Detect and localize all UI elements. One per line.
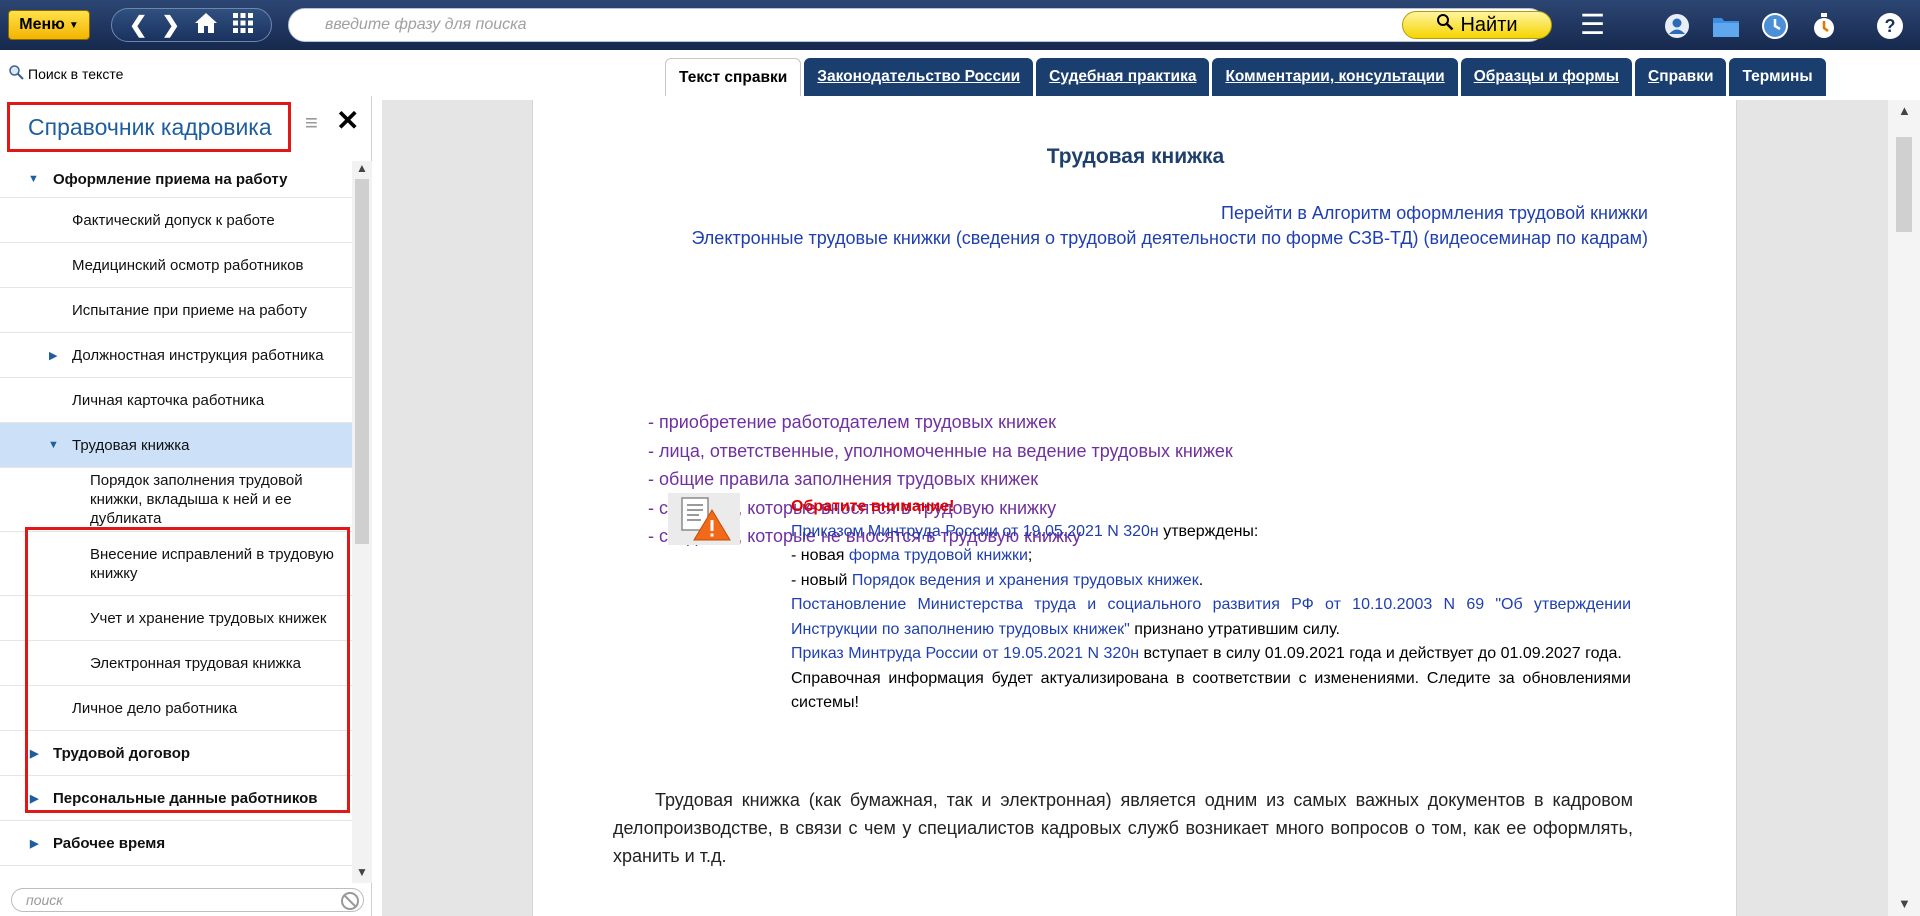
topic-link[interactable]: приобретение работодателем трудовых книж… xyxy=(659,412,1056,432)
home-icon[interactable] xyxy=(194,12,218,39)
document-title: Трудовая книжка xyxy=(1046,145,1225,168)
menu-button-label: Меню xyxy=(19,16,65,33)
scroll-up-icon[interactable]: ▲ xyxy=(1898,103,1911,118)
tree-item-job-description[interactable]: ▶ Должностная инструкция работника xyxy=(0,333,352,378)
scroll-down-icon[interactable]: ▼ xyxy=(356,865,368,879)
navigation-group: ❮ ❯ xyxy=(111,8,272,42)
document-page: Трудовая книжка Перейти в Алгоритм оформ… xyxy=(532,100,1737,916)
close-icon[interactable]: ✕ xyxy=(336,104,359,137)
document-scrollbar[interactable]: ▲ ▼ xyxy=(1888,100,1920,916)
order-link[interactable]: Приказом Минтруда России от 19.05.2021 N… xyxy=(791,523,1159,540)
list-item: - приобретение работодателем трудовых кн… xyxy=(648,412,1056,432)
top-toolbar: Меню ▼ ❮ ❯ Найти ☰ ? xyxy=(0,0,1920,50)
search-icon xyxy=(1436,13,1454,37)
tree-item-personal-card[interactable]: Личная карточка работника xyxy=(0,378,352,423)
notice-line: - новая форма трудовой книжки; xyxy=(791,547,1033,564)
svg-text:?: ? xyxy=(1885,16,1896,36)
chevron-right-icon: ▶ xyxy=(49,349,58,362)
tree-item-electronic-book[interactable]: Электронная трудовая книжка xyxy=(0,641,352,686)
scroll-down-icon[interactable]: ▼ xyxy=(1898,896,1911,911)
menu-button[interactable]: Меню ▼ xyxy=(8,10,90,40)
list-item: - общие правила заполнения трудовых книж… xyxy=(648,469,1039,489)
notice-line: Приказ Минтруда России от 19.05.2021 N 3… xyxy=(791,645,1622,662)
text-search-label: Поиск в тексте xyxy=(28,65,124,82)
tab-forms[interactable]: Образцы и формы xyxy=(1460,58,1633,96)
chevron-right-icon: ▶ xyxy=(30,837,39,850)
tree-menu-icon[interactable]: ≡ xyxy=(305,110,318,136)
magnifier-icon xyxy=(8,64,24,83)
sidebar-tree: ▼ Оформление приема на работу Фактически… xyxy=(0,161,352,883)
sidebar-scroll-thumb[interactable] xyxy=(355,179,369,544)
notice-heading: Обратите внимание! xyxy=(791,498,955,515)
notice-line: - новый Порядок ведения и хранения трудо… xyxy=(791,571,1204,589)
text-search-link[interactable]: Поиск в тексте xyxy=(8,64,123,83)
tab-legislation[interactable]: Законодательство России xyxy=(804,58,1034,96)
notice-line: Приказом Минтруда России от 19.05.2021 N… xyxy=(791,522,1259,540)
sidebar-search-input[interactable] xyxy=(11,888,364,912)
notice-block: Обратите внимание! Приказом Минтруда Рос… xyxy=(791,495,1631,716)
tree-item-corrections[interactable]: Внесение исправлений в трудовую книжку xyxy=(0,532,352,596)
tree-item-labor-contract[interactable]: ▶ Трудовой договор xyxy=(0,731,352,776)
sidebar-title: Справочник кадровика xyxy=(28,113,272,140)
notice-line: Постановление Министерства труда и социа… xyxy=(791,596,1631,638)
tree-item-working-time[interactable]: ▶ Рабочее время xyxy=(0,821,352,866)
hamburger-icon[interactable]: ☰ xyxy=(1580,11,1605,39)
sidebar: Справочник кадровика ≡ ✕ ▼ Оформление пр… xyxy=(0,96,372,916)
folder-icon[interactable] xyxy=(1712,12,1740,40)
tree-item-medical-exam[interactable]: Медицинский осмотр работников xyxy=(0,243,352,288)
forward-arrow-icon[interactable]: ❯ xyxy=(161,14,179,36)
algorithm-link[interactable]: Перейти в Алгоритм оформления трудовой к… xyxy=(1221,200,1648,226)
sidebar-title-box: Справочник кадровика xyxy=(7,102,291,152)
document-warning-icon xyxy=(668,493,740,545)
tab-comments[interactable]: Комментарии, консультации xyxy=(1212,58,1458,96)
order-link[interactable]: Приказ Минтруда России от 19.05.2021 N 3… xyxy=(791,645,1139,662)
videoseminar-link[interactable]: Электронные трудовые книжки (сведения о … xyxy=(648,225,1648,251)
chevron-down-icon: ▼ xyxy=(48,439,59,451)
help-icon[interactable]: ? xyxy=(1876,12,1904,40)
tab-row: Поиск в тексте Текст справки Законодател… xyxy=(0,50,1920,96)
tree-item-storage[interactable]: Учет и хранение трудовых книжек xyxy=(0,596,352,641)
chevron-down-icon: ▼ xyxy=(68,19,79,31)
find-button[interactable]: Найти xyxy=(1402,11,1552,39)
form-link[interactable]: форма трудовой книжки xyxy=(849,547,1028,564)
document-scroll-thumb[interactable] xyxy=(1896,137,1912,232)
grid-icon[interactable] xyxy=(232,12,254,39)
intro-paragraph: Трудовая книжка (как бумажная, так и эле… xyxy=(613,790,1633,866)
chevron-right-icon: ▶ xyxy=(30,792,39,805)
list-item: - лица, ответственные, уполномоченные на… xyxy=(648,440,1233,461)
procedure-link[interactable]: Порядок ведения и хранения трудовых книж… xyxy=(852,572,1199,589)
sidebar-scrollbar[interactable]: ▲ ▼ xyxy=(352,161,372,883)
tabs: Текст справки Законодательство России Су… xyxy=(665,58,1826,96)
topic-link[interactable]: лица, ответственные, уполномоченные на в… xyxy=(659,441,1233,461)
tab-references[interactable]: Справки xyxy=(1635,58,1727,96)
tree-item-personal-data[interactable]: ▶ Персональные данные работников xyxy=(0,776,352,821)
tab-terms[interactable]: Термины xyxy=(1729,58,1826,96)
tree-item-filling-order[interactable]: Порядок заполнения трудовой книжки, вкла… xyxy=(0,468,352,532)
topic-link[interactable]: общие правила заполнения трудовых книжек xyxy=(659,469,1038,489)
tab-judicial-practice[interactable]: Судебная практика xyxy=(1036,58,1210,96)
tab-help-text[interactable]: Текст справки xyxy=(665,58,802,96)
tree-item-probation[interactable]: Испытание при приеме на работу xyxy=(0,288,352,333)
search-input[interactable] xyxy=(288,8,1546,42)
tree-item-labor-book[interactable]: ▼ Трудовая книжка xyxy=(0,423,352,468)
back-arrow-icon[interactable]: ❮ xyxy=(129,14,147,36)
clock-icon[interactable] xyxy=(1761,12,1789,40)
scroll-up-icon[interactable]: ▲ xyxy=(356,161,368,175)
chevron-right-icon: ▶ xyxy=(30,747,39,760)
stopwatch-icon[interactable] xyxy=(1810,12,1838,40)
tree-item-actual-admission[interactable]: Фактический допуск к работе xyxy=(0,198,352,243)
clear-search-icon[interactable] xyxy=(341,892,359,910)
chevron-down-icon: ▼ xyxy=(28,173,39,185)
notice-line: Справочная информация будет актуализиров… xyxy=(791,669,1631,712)
user-icon[interactable] xyxy=(1663,12,1691,40)
tree-item-personal-file[interactable]: Личное дело работника xyxy=(0,686,352,731)
document-area: Трудовая книжка Перейти в Алгоритм оформ… xyxy=(382,100,1892,916)
tree-item-hiring[interactable]: ▼ Оформление приема на работу xyxy=(0,161,352,198)
find-button-label: Найти xyxy=(1460,13,1518,36)
